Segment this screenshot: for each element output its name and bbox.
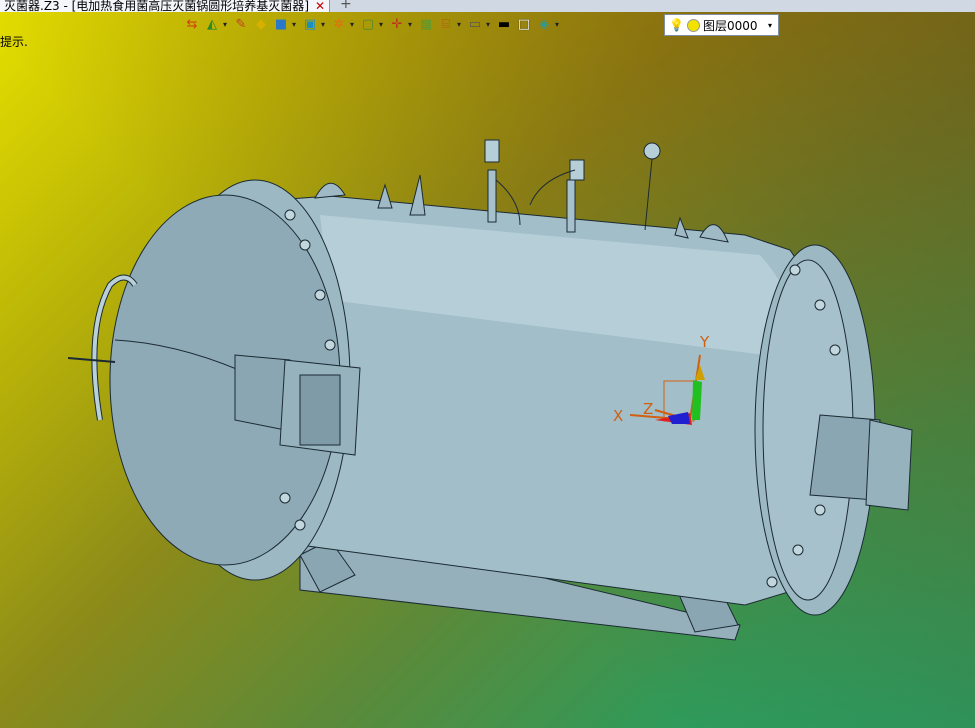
pipe-fitting [487, 169, 497, 223]
line-color-icon[interactable]: ▬ [495, 16, 513, 34]
image-icon[interactable]: ▦ [417, 16, 435, 34]
fill-color-icon[interactable]: □ [515, 16, 533, 34]
pencil-icon[interactable]: ✎ [232, 16, 250, 34]
layer-tool-icon[interactable]: ◭ [203, 16, 221, 34]
autoclave-model[interactable]: Y X Z [0, 0, 975, 728]
chevron-down-icon[interactable]: ▾ [486, 20, 493, 29]
render-icon[interactable]: ✲ [330, 16, 348, 34]
axis-label-y: Y [699, 333, 710, 351]
chevron-down-icon[interactable]: ▾ [350, 20, 357, 29]
dimension-icon[interactable]: ⌸ [437, 16, 455, 34]
status-hint: 提示. [0, 35, 28, 49]
pipe-fitting [566, 179, 576, 233]
chevron-down-icon[interactable]: ▾ [555, 20, 562, 29]
layer-stack-icon[interactable]: ◈ [535, 16, 553, 34]
chevron-down-icon[interactable]: ▾ [292, 20, 299, 29]
lifting-lug [314, 182, 346, 199]
import-icon[interactable]: ⇆ [183, 16, 201, 34]
chevron-down-icon[interactable]: ▾ [768, 21, 772, 30]
pressure-gauge [643, 142, 661, 160]
monitor-icon[interactable]: ▭ [466, 16, 484, 34]
axis-label-x: X [613, 407, 623, 425]
chevron-down-icon[interactable]: ▾ [408, 20, 415, 29]
chevron-down-icon[interactable]: ▾ [379, 20, 386, 29]
view-toolbar: ⇆ ◭ ▾ ✎ ◆ ■ ▾ ▣ ▾ ✲ ▾ ▢ ▾ ✛ ▾ ▦ ⌸ ▾ ▭ ▾ ▬ □ ◈ ▾ [183, 13, 562, 36]
chevron-down-icon[interactable]: ▾ [321, 20, 328, 29]
solid-box-icon[interactable]: ◆ [252, 16, 270, 34]
frame-icon[interactable]: ▢ [359, 16, 377, 34]
layer-name: 图层0000 [702, 18, 758, 33]
lightbulb-icon[interactable]: 💡 [669, 18, 684, 32]
axis-label-z: Z [643, 400, 653, 418]
shaded-cube-icon[interactable]: ■ [272, 16, 290, 34]
chevron-down-icon[interactable]: ▾ [457, 20, 464, 29]
chevron-down-icon[interactable]: ▾ [223, 20, 230, 29]
layer-select[interactable]: 💡 图层0000 ▾ [664, 14, 779, 36]
layer-color-icon [686, 18, 700, 32]
view-cube-icon[interactable]: ▣ [301, 16, 319, 34]
axis-icon[interactable]: ✛ [388, 16, 406, 34]
